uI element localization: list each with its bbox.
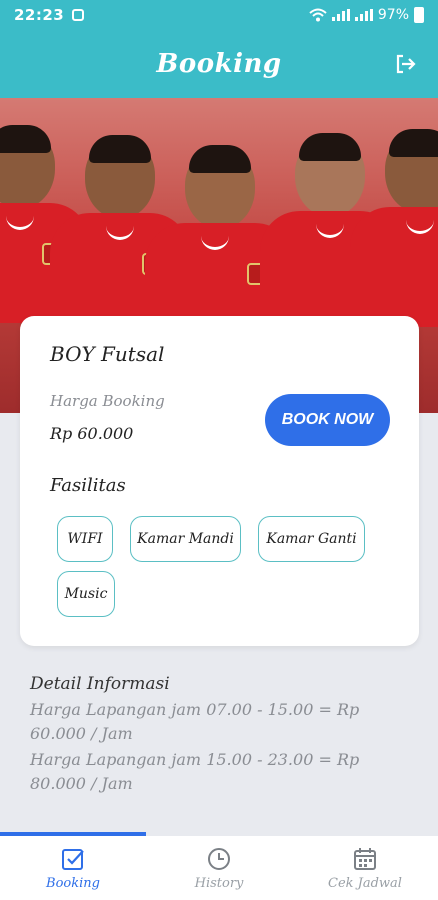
facility-chip-wifi: WIFI <box>57 516 113 562</box>
calendar-icon <box>354 847 376 870</box>
facilities-label: Fasilitas <box>50 475 126 496</box>
notification-icon <box>72 9 85 21</box>
checkbox-icon <box>62 848 84 870</box>
detail-line: Harga Lapangan jam 15.00 - 23.00 = Rp 80… <box>30 750 360 793</box>
player-image <box>350 129 438 327</box>
app-bar: Booking <box>0 30 438 98</box>
facility-chip-kamar-mandi: Kamar Mandi <box>130 516 241 562</box>
book-now-button[interactable]: BOOK NOW <box>265 394 390 446</box>
battery-icon <box>414 7 424 23</box>
nav-item-booking[interactable]: Booking <box>0 836 146 900</box>
signal-icon-2 <box>354 9 373 21</box>
price-value: Rp 60.000 <box>50 424 134 443</box>
detail-line: Harga Lapangan jam 07.00 - 15.00 = Rp 60… <box>30 700 360 743</box>
booking-card: BOY Futsal Harga Booking Rp 60.000 BOOK … <box>20 316 419 646</box>
price-label: Harga Booking <box>50 392 165 410</box>
page-title: Booking <box>156 49 282 79</box>
detail-section: Detail Informasi Harga Lapangan jam 07.0… <box>30 674 380 796</box>
detail-heading: Detail Informasi <box>30 674 170 694</box>
battery-percent: 97% <box>377 7 409 23</box>
logout-icon[interactable] <box>394 52 418 76</box>
nav-item-cek-jadwal[interactable]: Cek Jadwal <box>292 836 438 900</box>
nav-item-history[interactable]: History <box>146 836 292 900</box>
wifi-icon <box>309 8 327 22</box>
nav-label: Booking <box>46 875 100 891</box>
facility-chip-kamar-ganti: Kamar Ganti <box>258 516 365 562</box>
nav-label: History <box>194 875 244 891</box>
bottom-nav: Booking History Cek Jadwal <box>0 836 438 900</box>
venue-name: BOY Futsal <box>50 342 165 366</box>
clock-icon <box>208 847 230 870</box>
facility-chip-music: Music <box>57 571 115 617</box>
signal-icon <box>331 9 350 21</box>
status-time: 22:23 <box>14 6 65 24</box>
nav-label: Cek Jadwal <box>328 875 402 891</box>
status-bar: 22:23 97% <box>0 0 438 30</box>
status-icons: 97% <box>309 7 424 23</box>
